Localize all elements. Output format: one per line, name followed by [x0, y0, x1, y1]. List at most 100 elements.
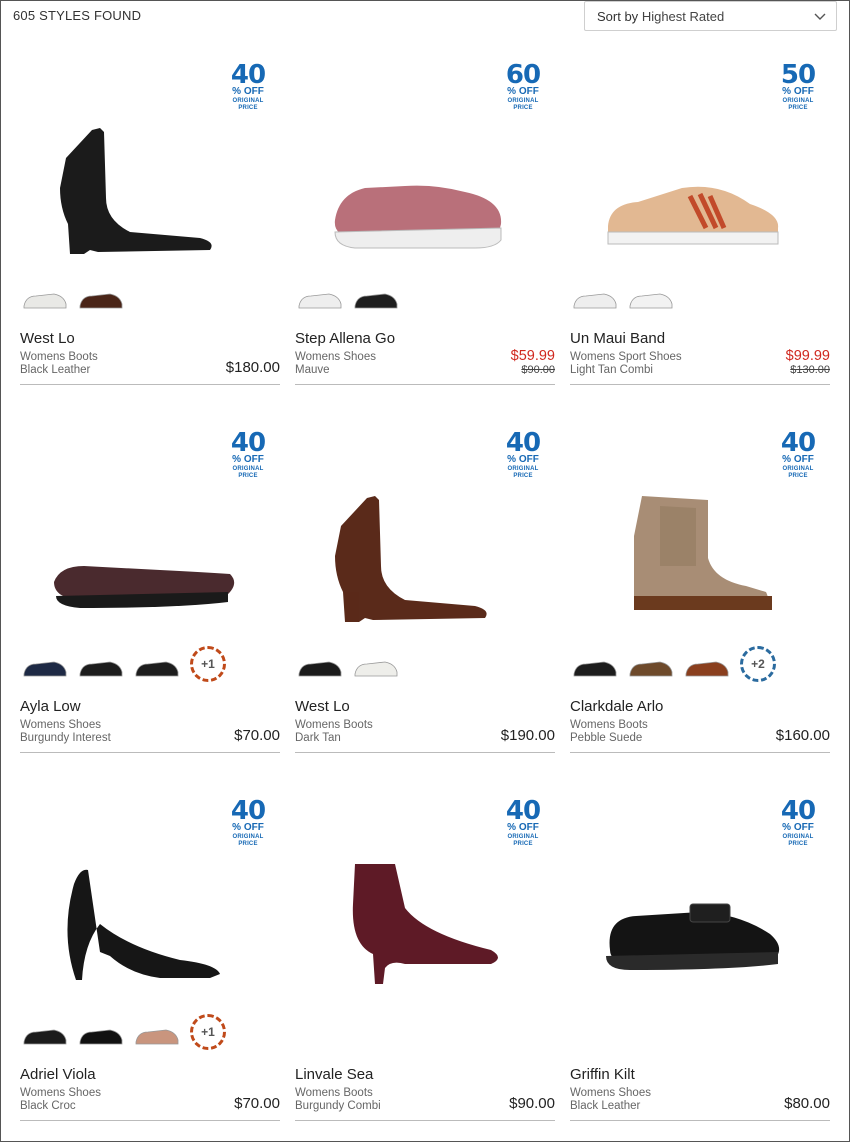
discount-percent: 40: [230, 428, 266, 458]
product-category: Womens Shoes: [20, 719, 101, 731]
discount-orig-line1: ORIGINAL: [232, 98, 264, 104]
card-divider: [20, 384, 280, 385]
product-card[interactable]: 40% OFF ORIGINAL PRICE West Lo Womens Boots D…: [295, 426, 555, 768]
product-card[interactable]: 40% OFF ORIGINAL PRICE +2 Clarkdale Arlo Wome…: [570, 426, 830, 768]
card-divider: [295, 1120, 555, 1121]
color-swatch[interactable]: [626, 642, 676, 686]
color-swatch[interactable]: [76, 642, 126, 686]
color-swatch[interactable]: [20, 1010, 70, 1054]
color-swatch[interactable]: [351, 274, 401, 318]
color-swatch[interactable]: [570, 642, 620, 686]
sort-dropdown[interactable]: Sort by Highest Rated: [584, 1, 837, 31]
product-category: Womens Boots: [295, 1087, 373, 1099]
product-name[interactable]: Ayla Low: [20, 698, 81, 715]
product-card[interactable]: 40% OFF ORIGINAL PRICE +1 Adriel Viola Womens…: [20, 794, 280, 1136]
shoe-image[interactable]: [40, 864, 240, 994]
color-swatches: [295, 1010, 555, 1054]
product-image[interactable]: 40% OFF ORIGINAL PRICE: [570, 794, 830, 1024]
product-name[interactable]: Griffin Kilt: [570, 1066, 635, 1083]
product-card[interactable]: 40% OFF ORIGINAL PRICE +1 Ayla Low Womens Sho…: [20, 426, 280, 768]
color-swatches: +1: [20, 1010, 280, 1054]
product-card[interactable]: 50% OFF ORIGINAL PRICE Un Maui Band Womens S…: [570, 58, 830, 400]
shoe-image[interactable]: [40, 496, 240, 626]
shoe-image[interactable]: [590, 864, 790, 994]
color-swatch[interactable]: [76, 1010, 126, 1054]
discount-orig-line2: PRICE: [238, 473, 258, 479]
shoe-image[interactable]: [590, 128, 790, 258]
discount-badge: 50% OFF ORIGINAL PRICE: [774, 62, 822, 111]
color-swatches: +1: [20, 642, 280, 686]
color-swatch[interactable]: [351, 642, 401, 686]
more-colors-button[interactable]: +2: [740, 646, 776, 682]
color-swatch[interactable]: [295, 642, 345, 686]
discount-percent: 40: [780, 796, 816, 826]
product-category: Womens Boots: [570, 719, 648, 731]
product-image[interactable]: 40% OFF ORIGINAL PRICE: [295, 794, 555, 1024]
product-image[interactable]: 40% OFF ORIGINAL PRICE: [20, 58, 280, 288]
product-name[interactable]: Step Allena Go: [295, 330, 395, 347]
card-divider: [295, 384, 555, 385]
discount-badge: 40% OFF ORIGINAL PRICE: [224, 798, 272, 847]
color-swatches: [295, 642, 555, 686]
product-name[interactable]: West Lo: [295, 698, 350, 715]
product-category: Womens Shoes: [295, 351, 376, 363]
more-colors-button[interactable]: +1: [190, 1014, 226, 1050]
product-card[interactable]: 40% OFF ORIGINAL PRICE West Lo Womens Boots B…: [20, 58, 280, 400]
product-card[interactable]: 40% OFF ORIGINAL PRICE Griffin Kilt Womens S…: [570, 794, 830, 1136]
product-image[interactable]: 40% OFF ORIGINAL PRICE: [570, 426, 830, 656]
product-image[interactable]: 40% OFF ORIGINAL PRICE: [20, 794, 280, 1024]
product-name[interactable]: Clarkdale Arlo: [570, 698, 663, 715]
product-color: Burgundy Combi: [295, 1100, 381, 1112]
product-image[interactable]: 50% OFF ORIGINAL PRICE: [570, 58, 830, 288]
product-image[interactable]: 60% OFF ORIGINAL PRICE: [295, 58, 555, 288]
discount-orig-line2: PRICE: [788, 841, 808, 847]
product-color: Mauve: [295, 364, 330, 376]
shoe-image[interactable]: [315, 128, 515, 258]
color-swatch[interactable]: [20, 274, 70, 318]
product-color: Black Leather: [570, 1100, 641, 1112]
sort-value: Highest Rated: [641, 9, 725, 24]
discount-badge: 60% OFF ORIGINAL PRICE: [499, 62, 547, 111]
sale-price: $59.99: [510, 348, 555, 364]
color-swatch[interactable]: [295, 274, 345, 318]
color-swatch[interactable]: [76, 274, 126, 318]
product-name[interactable]: West Lo: [20, 330, 75, 347]
product-name[interactable]: Linvale Sea: [295, 1066, 373, 1083]
product-category: Womens Boots: [295, 719, 373, 731]
product-name[interactable]: Adriel Viola: [20, 1066, 96, 1083]
discount-badge: 40% OFF ORIGINAL PRICE: [499, 798, 547, 847]
product-color: Black Croc: [20, 1100, 76, 1112]
shoe-image[interactable]: [590, 496, 790, 626]
color-swatch[interactable]: [132, 1010, 182, 1054]
more-colors-button[interactable]: +1: [190, 646, 226, 682]
product-price: $180.00: [225, 359, 280, 376]
product-price: $160.00: [775, 727, 830, 744]
shoe-image[interactable]: [315, 496, 515, 626]
shoe-image[interactable]: [40, 128, 240, 258]
product-image[interactable]: 40% OFF ORIGINAL PRICE: [295, 426, 555, 656]
discount-percent: 40: [505, 796, 541, 826]
discount-orig-line1: ORIGINAL: [232, 834, 264, 840]
discount-badge: 40% OFF ORIGINAL PRICE: [224, 62, 272, 111]
discount-orig-line1: ORIGINAL: [782, 98, 814, 104]
discount-orig-line2: PRICE: [788, 105, 808, 111]
product-name[interactable]: Un Maui Band: [570, 330, 665, 347]
color-swatch[interactable]: [626, 274, 676, 318]
color-swatch[interactable]: [682, 642, 732, 686]
original-price: $90.00: [521, 364, 555, 376]
discount-percent: 50: [780, 60, 816, 90]
card-divider: [570, 384, 830, 385]
color-swatch[interactable]: [132, 642, 182, 686]
discount-orig-line2: PRICE: [238, 841, 258, 847]
discount-orig-line2: PRICE: [513, 473, 533, 479]
shoe-image[interactable]: [315, 864, 515, 994]
discount-percent: 40: [230, 60, 266, 90]
color-swatch[interactable]: [20, 642, 70, 686]
product-card[interactable]: 40% OFF ORIGINAL PRICE Linvale Sea Womens Bo…: [295, 794, 555, 1136]
product-price: $90.00: [509, 1095, 555, 1112]
discount-badge: 40% OFF ORIGINAL PRICE: [499, 430, 547, 479]
discount-orig-line1: ORIGINAL: [782, 466, 814, 472]
color-swatch[interactable]: [570, 274, 620, 318]
product-image[interactable]: 40% OFF ORIGINAL PRICE: [20, 426, 280, 656]
product-card[interactable]: 60% OFF ORIGINAL PRICE Step Allena Go Womens…: [295, 58, 555, 400]
